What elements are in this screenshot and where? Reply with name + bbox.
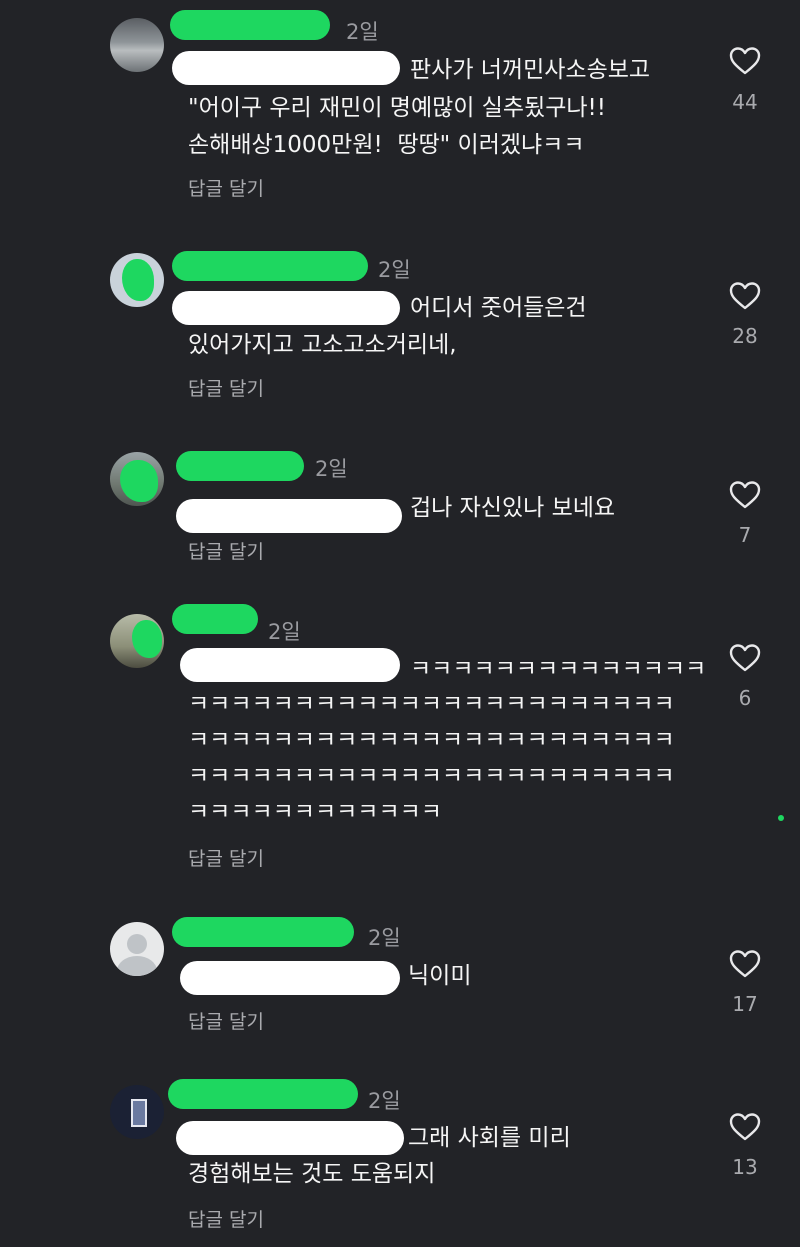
like-count: 17	[732, 992, 758, 1016]
reply-button[interactable]: 답글 달기	[188, 1205, 264, 1232]
comment-text-line: 경험해보는 것도 도움되지	[188, 1161, 436, 1187]
heart-outline-icon[interactable]	[729, 46, 761, 76]
comment-text-line: ㅋㅋㅋㅋㅋㅋㅋㅋㅋㅋㅋㅋㅋㅋ	[410, 656, 707, 682]
like-count: 6	[738, 686, 752, 710]
comment-date: 2일	[368, 1089, 401, 1113]
redacted-mention	[172, 291, 400, 325]
redacted-mention	[180, 648, 400, 682]
comment-text-line: "어이구 우리 재민이 명예많이 실추됬구나!!	[188, 95, 606, 121]
like-count: 7	[738, 523, 752, 547]
comment-text-line: ㅋㅋㅋㅋㅋㅋㅋㅋㅋㅋㅋㅋㅋㅋㅋㅋㅋㅋㅋㅋㅋㅋㅋ	[188, 763, 675, 789]
comment-text-line: ㅋㅋㅋㅋㅋㅋㅋㅋㅋㅋㅋㅋ	[188, 799, 442, 825]
comment-date: 2일	[315, 457, 348, 481]
avatar[interactable]	[110, 452, 164, 506]
comment-text-line: 판사가 너꺼민사소송보고	[410, 57, 651, 83]
redacted-username[interactable]	[172, 604, 258, 634]
comment-text-line: 손해배상1000만원! 땅땅" 이러겠냐ㅋㅋ	[188, 132, 585, 158]
like-count: 13	[732, 1155, 758, 1179]
like-count: 44	[732, 90, 758, 114]
redacted-mention	[172, 51, 400, 85]
comment-text-line: 있어가지고 고소고소거리네,	[188, 332, 457, 358]
comment-text-line: 닉이미	[408, 963, 472, 989]
redacted-username[interactable]	[172, 251, 368, 281]
person-silhouette-icon	[117, 956, 157, 976]
comment-date: 2일	[346, 20, 379, 44]
redacted-avatar-mark	[122, 259, 154, 301]
like-count: 28	[732, 324, 758, 348]
reply-button[interactable]: 답글 달기	[188, 1007, 264, 1034]
reply-button[interactable]: 답글 달기	[188, 537, 264, 564]
heart-outline-icon[interactable]	[729, 480, 761, 510]
comment-text-line: ㅋㅋㅋㅋㅋㅋㅋㅋㅋㅋㅋㅋㅋㅋㅋㅋㅋㅋㅋㅋㅋㅋㅋ	[188, 691, 675, 717]
redacted-mention	[176, 1121, 404, 1155]
reply-button[interactable]: 답글 달기	[188, 174, 264, 201]
comment-date: 2일	[378, 258, 411, 282]
redacted-username[interactable]	[172, 917, 354, 947]
avatar[interactable]	[110, 1085, 164, 1139]
comment-date: 2일	[368, 926, 401, 950]
redacted-mention	[176, 499, 402, 533]
heart-outline-icon[interactable]	[729, 949, 761, 979]
redacted-mention	[180, 961, 400, 995]
comment-text-line: 그래 사회를 미리	[408, 1125, 571, 1151]
heart-outline-icon[interactable]	[729, 1112, 761, 1142]
redacted-avatar-mark	[132, 620, 162, 658]
reply-button[interactable]: 답글 달기	[188, 844, 264, 871]
redacted-username[interactable]	[176, 451, 304, 481]
avatar[interactable]	[110, 253, 164, 307]
avatar[interactable]	[110, 18, 164, 72]
scroll-indicator	[778, 815, 784, 821]
comment-text-line: 겁나 자신있나 보네요	[410, 495, 616, 521]
avatar[interactable]	[110, 922, 164, 976]
reply-button[interactable]: 답글 달기	[188, 374, 264, 401]
person-silhouette-icon	[127, 934, 147, 954]
comment-text-line: 어디서 줏어들은건	[410, 295, 587, 321]
heart-outline-icon[interactable]	[729, 281, 761, 311]
redacted-avatar-mark	[120, 460, 158, 502]
comment-text-line: ㅋㅋㅋㅋㅋㅋㅋㅋㅋㅋㅋㅋㅋㅋㅋㅋㅋㅋㅋㅋㅋㅋㅋ	[188, 727, 675, 753]
redacted-username[interactable]	[170, 10, 330, 40]
window-image	[131, 1099, 147, 1127]
redacted-username[interactable]	[168, 1079, 358, 1109]
comment-date: 2일	[268, 620, 301, 644]
heart-outline-icon[interactable]	[729, 643, 761, 673]
avatar[interactable]	[110, 614, 164, 668]
